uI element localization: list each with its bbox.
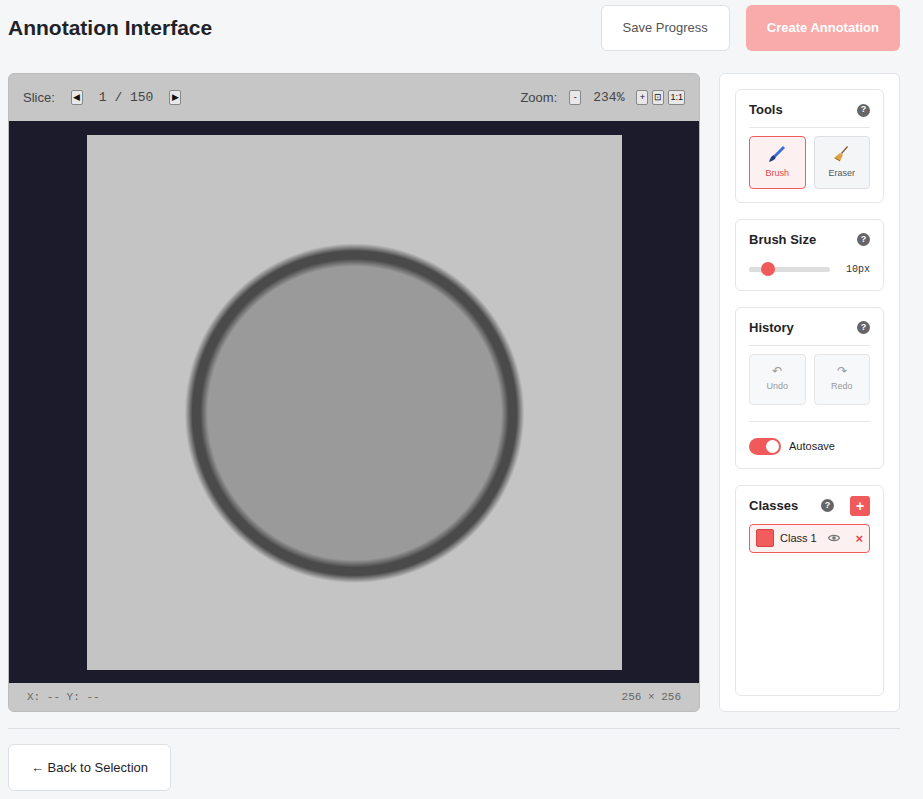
tools-header: Tools ? — [749, 100, 870, 128]
toggle-knob — [766, 440, 779, 453]
visibility-toggle[interactable] — [827, 531, 841, 545]
autosave-row: Autosave — [749, 421, 870, 455]
broom-icon — [832, 144, 852, 164]
history-label: Redo — [831, 380, 853, 394]
actual-size-button[interactable]: 1:1 — [668, 90, 685, 105]
tool-label: Brush — [765, 167, 789, 181]
save-button[interactable]: Save Progress — [601, 5, 730, 51]
redo-button[interactable]: ↷ Redo — [814, 354, 871, 405]
back-button[interactable]: ← Back to Selection — [8, 744, 171, 791]
brush-section: Brush Size ? 10px — [735, 219, 884, 291]
tool-label: Eraser — [828, 167, 855, 181]
eye-icon — [827, 531, 841, 545]
class-item[interactable]: Class 1 × — [749, 524, 870, 553]
class-name: Class 1 — [780, 530, 821, 547]
footer: ← Back to Selection — [8, 728, 900, 791]
zoom-indicator: 234% — [593, 88, 624, 108]
brush-header: Brush Size ? — [749, 230, 870, 250]
zoom-control: Zoom: - 234% + ⊡ 1:1 — [520, 88, 685, 108]
autosave-toggle[interactable] — [749, 438, 781, 455]
workspace: Slice: ◀ 1 / 150 ▶ Zoom: - 234% + ⊡ 1:1 — [8, 73, 900, 712]
remove-class-button[interactable]: × — [855, 532, 863, 545]
tool-button[interactable]: Brush — [749, 136, 806, 189]
brush-slider-row: 10px — [749, 258, 870, 277]
header-actions: Save Progress Create Annotation — [601, 5, 900, 51]
slider-fill — [749, 267, 768, 272]
side-panel: Tools ? Brush Eraser Brush Size ? 10px — [719, 73, 900, 712]
classes-title: Classes — [749, 496, 798, 516]
help-icon[interactable]: ? — [857, 233, 870, 246]
zoom-label: Zoom: — [520, 88, 557, 108]
tool-list: Brush Eraser — [749, 136, 870, 189]
brush-size-slider[interactable] — [749, 267, 830, 272]
image-dimensions: 256 × 256 — [622, 689, 681, 706]
slice-label: Slice: — [23, 88, 55, 108]
zoom-out-button[interactable]: - — [569, 90, 581, 105]
page-title: Annotation Interface — [8, 15, 212, 40]
tools-title: Tools — [749, 100, 783, 120]
classes-header: Classes ? + — [749, 496, 870, 516]
history-header: History ? — [749, 318, 870, 346]
create-annotation-button[interactable]: Create Annotation — [746, 5, 900, 51]
undo-icon: ↶ — [772, 365, 782, 377]
header: Annotation Interface Save Progress Create… — [8, 5, 900, 51]
help-icon[interactable]: ? — [821, 499, 834, 512]
help-icon[interactable]: ? — [857, 321, 870, 334]
tools-section: Tools ? Brush Eraser — [735, 89, 884, 203]
next-slice-button[interactable]: ▶ — [169, 90, 181, 105]
history-buttons: ↶ Undo ↷ Redo — [749, 354, 870, 405]
fit-button[interactable]: ⊡ — [652, 90, 664, 105]
help-icon[interactable]: ? — [857, 104, 870, 117]
redo-icon: ↷ — [837, 365, 847, 377]
class-list: Class 1 × — [749, 524, 870, 553]
autosave-label: Autosave — [789, 438, 835, 455]
zoom-in-button[interactable]: + — [636, 90, 648, 105]
classes-section: Classes ? + Class 1 × — [735, 485, 884, 697]
slider-thumb[interactable] — [761, 262, 775, 276]
viewer-toolbar: Slice: ◀ 1 / 150 ▶ Zoom: - 234% + ⊡ 1:1 — [9, 74, 699, 121]
brush-title: Brush Size — [749, 230, 816, 250]
brush-icon — [767, 144, 787, 164]
undo-button[interactable]: ↶ Undo — [749, 354, 806, 405]
prev-slice-button[interactable]: ◀ — [71, 90, 83, 105]
history-section: History ? ↶ Undo ↷ Redo Autosave — [735, 307, 884, 469]
cursor-coords: X: -- Y: -- — [27, 689, 100, 706]
status-bar: X: -- Y: -- 256 × 256 — [9, 683, 699, 711]
history-title: History — [749, 318, 794, 338]
brush-size-reading: 10px — [846, 262, 870, 277]
history-label: Undo — [766, 380, 788, 394]
microscopy-image[interactable] — [87, 135, 622, 670]
add-class-button[interactable]: + — [850, 496, 870, 516]
tool-button[interactable]: Eraser — [814, 136, 871, 189]
app: Annotation Interface Save Progress Create… — [0, 0, 923, 799]
canvas[interactable] — [9, 121, 699, 683]
class-color-swatch[interactable] — [756, 529, 774, 547]
slice-indicator: 1 / 150 — [99, 88, 154, 108]
slice-control: Slice: ◀ 1 / 150 ▶ — [23, 88, 181, 108]
viewer-panel: Slice: ◀ 1 / 150 ▶ Zoom: - 234% + ⊡ 1:1 — [8, 73, 700, 712]
